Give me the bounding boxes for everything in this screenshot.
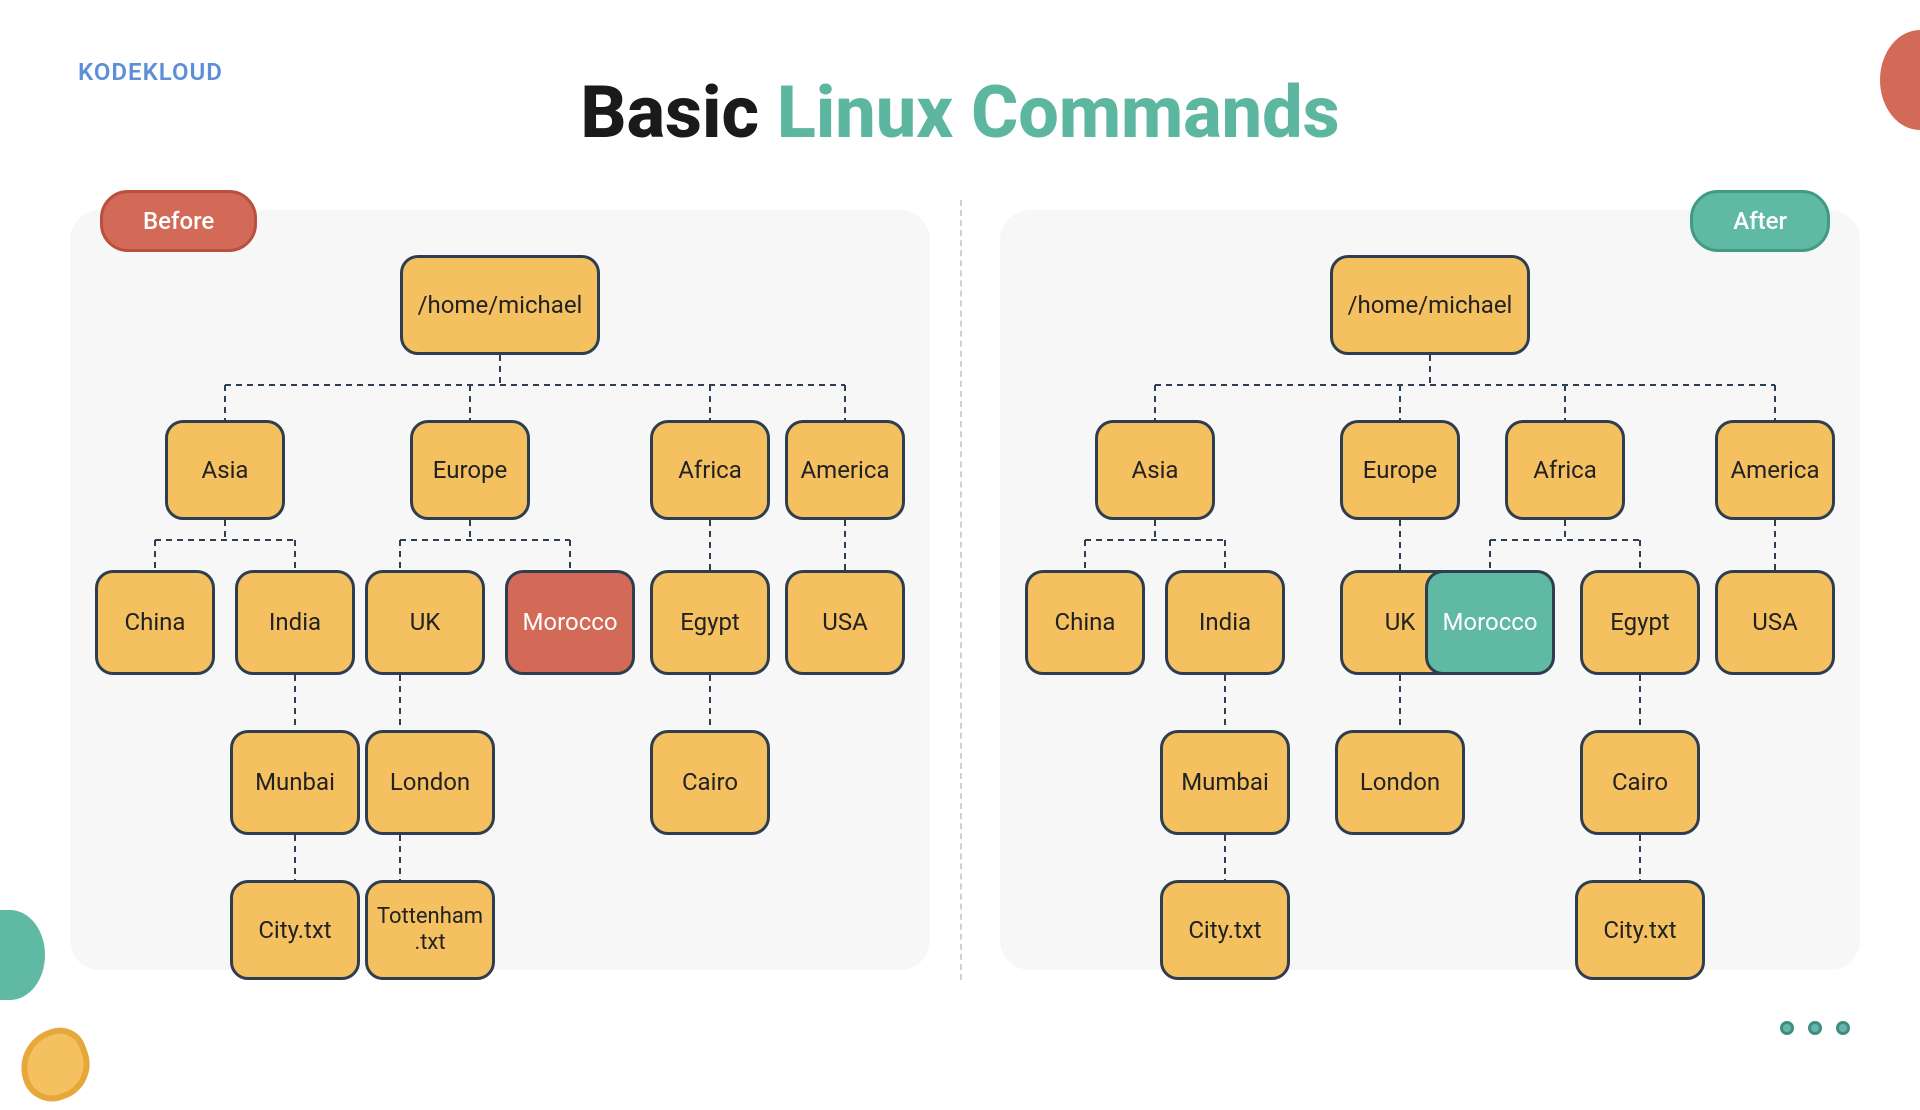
before-london-node: London: [365, 730, 495, 835]
title-part1: Basic: [580, 70, 776, 155]
before-uk-node: UK: [365, 570, 485, 675]
before-panel: Before: [70, 210, 930, 970]
vertical-divider: [960, 200, 962, 980]
title-part2: Linux Commands: [777, 70, 1340, 155]
after-egypt-node: Egypt: [1580, 570, 1700, 675]
after-cairo-node: Cairo: [1580, 730, 1700, 835]
after-london-node: London: [1335, 730, 1465, 835]
before-africa-node: Africa: [650, 420, 770, 520]
before-asia-node: Asia: [165, 420, 285, 520]
before-china-node: China: [95, 570, 215, 675]
after-badge: After: [1690, 190, 1830, 252]
before-cairo-node: Cairo: [650, 730, 770, 835]
before-morocco-node: Morocco: [505, 570, 635, 675]
decor-blob-bottom-left-teal: [0, 910, 45, 1000]
after-city-txt2-node: City.txt: [1575, 880, 1705, 980]
after-panel: After: [1000, 210, 1860, 970]
before-badge: Before: [100, 190, 257, 252]
before-munbai-node: Munbai: [230, 730, 360, 835]
slide-title: Basic Linux Commands: [580, 70, 1339, 155]
dot-icon: [1808, 1021, 1822, 1035]
dot-icon: [1836, 1021, 1850, 1035]
before-city-txt-node: City.txt: [230, 880, 360, 980]
before-egypt-node: Egypt: [650, 570, 770, 675]
dot-icon: [1780, 1021, 1794, 1035]
decor-blob-bottom-left-orange: [10, 1020, 100, 1110]
before-root-node: /home/michael: [400, 255, 600, 355]
after-morocco-node: Morocco: [1425, 570, 1555, 675]
before-india-node: India: [235, 570, 355, 675]
after-mumbai-node: Mumbai: [1160, 730, 1290, 835]
after-india-node: India: [1165, 570, 1285, 675]
after-america-node: America: [1715, 420, 1835, 520]
decor-blob-top-right: [1880, 30, 1920, 130]
before-tottenham-txt-node: Tottenham .txt: [365, 880, 495, 980]
after-africa-node: Africa: [1505, 420, 1625, 520]
after-asia-node: Asia: [1095, 420, 1215, 520]
after-city-txt1-node: City.txt: [1160, 880, 1290, 980]
after-china-node: China: [1025, 570, 1145, 675]
before-usa-node: USA: [785, 570, 905, 675]
pagination-dots: [1780, 1021, 1850, 1035]
after-root-node: /home/michael: [1330, 255, 1530, 355]
after-europe-node: Europe: [1340, 420, 1460, 520]
before-america-node: America: [785, 420, 905, 520]
before-europe-node: Europe: [410, 420, 530, 520]
brand-logo: KODEKLOUD: [78, 58, 223, 86]
after-usa-node: USA: [1715, 570, 1835, 675]
